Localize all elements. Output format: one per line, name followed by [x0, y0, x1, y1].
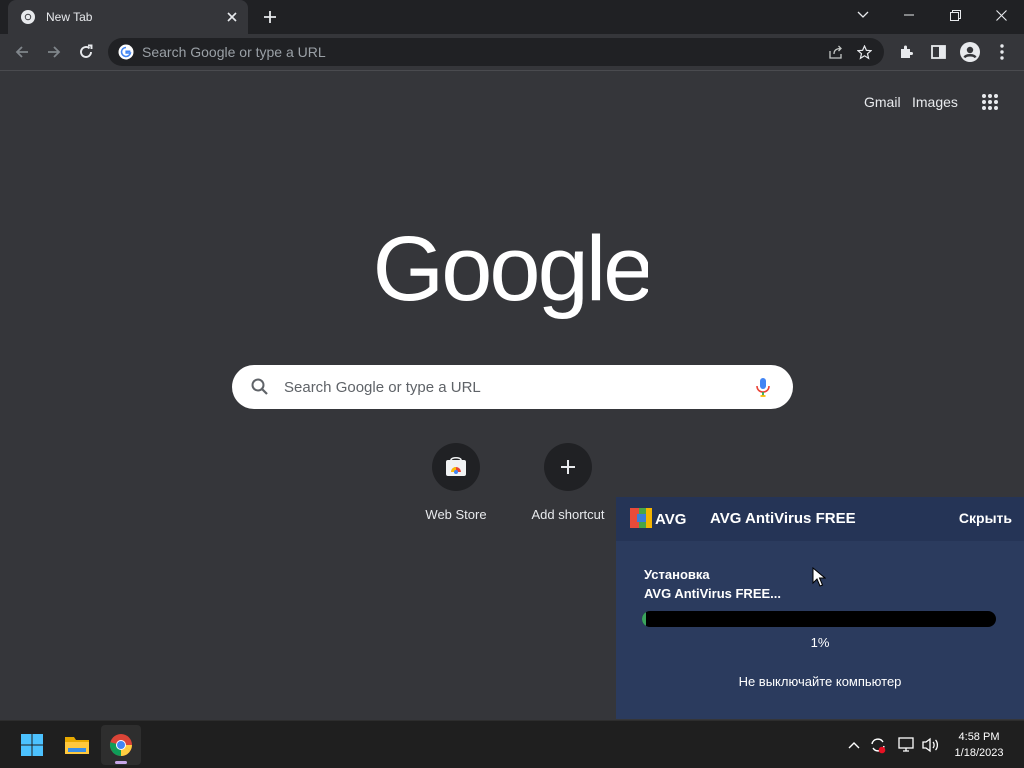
clock-time: 4:58 PM — [958, 731, 1000, 743]
avg-progress-label: 1% — [810, 635, 830, 650]
mouse-cursor-icon — [812, 567, 826, 587]
back-button[interactable] — [8, 38, 36, 66]
omnibox-placeholder: Search Google or type a URL — [142, 44, 326, 60]
svg-text:Google: Google — [376, 226, 648, 320]
clock-date: 1/18/2023 — [954, 747, 1004, 759]
shortcut-label: Web Store — [425, 507, 487, 522]
side-panel-icon[interactable] — [924, 38, 952, 66]
forward-button[interactable] — [40, 38, 68, 66]
close-window-button[interactable] — [978, 0, 1024, 30]
restore-button[interactable] — [932, 0, 978, 30]
file-explorer-icon — [65, 737, 89, 754]
tab-search-icon[interactable] — [840, 0, 886, 30]
avg-progress-bar — [642, 611, 996, 627]
search-placeholder: Search Google or type a URL — [284, 378, 481, 396]
active-indicator — [115, 761, 127, 764]
start-button[interactable] — [12, 725, 52, 765]
omnibox[interactable]: Search Google or type a URL — [108, 38, 884, 66]
taskbar: 4:58 PM 1/18/2023 — [0, 720, 1024, 768]
images-link[interactable]: Images — [912, 94, 958, 110]
title-bar: New Tab — [0, 0, 1024, 34]
new-tab-button[interactable] — [258, 5, 282, 29]
chrome-favicon-icon — [21, 10, 35, 24]
network-icon[interactable] — [896, 735, 916, 755]
shortcut-add[interactable]: Add shortcut — [512, 443, 624, 522]
profile-avatar-icon[interactable] — [956, 38, 984, 66]
shortcut-label: Add shortcut — [531, 507, 605, 522]
menu-kebab-icon[interactable] — [988, 38, 1016, 66]
tab-new-tab[interactable]: New Tab — [8, 0, 248, 34]
add-shortcut-circle — [544, 443, 592, 491]
avg-note: Не выключайте компьютер — [738, 674, 902, 689]
web-store-icon-circle — [432, 443, 480, 491]
google-g-icon — [118, 44, 134, 60]
avg-logo: AVG — [630, 508, 686, 528]
taskbar-chrome[interactable] — [101, 725, 141, 765]
web-store-icon — [446, 456, 466, 476]
tray-overflow-chevron-icon[interactable] — [844, 735, 864, 755]
taskbar-clock[interactable]: 4:58 PM 1/18/2023 — [944, 729, 1014, 761]
gmail-link[interactable]: Gmail — [864, 94, 901, 110]
reload-button[interactable] — [72, 38, 100, 66]
avg-hide-button[interactable]: Скрыть — [959, 510, 1012, 526]
tab-close-icon[interactable] — [220, 5, 244, 29]
avg-step-text: Установка AVG AntiVirus FREE... — [644, 565, 781, 603]
svg-text:AVG: AVG — [655, 511, 686, 528]
google-logo: Google — [376, 226, 648, 320]
search-icon — [251, 378, 268, 395]
ntp-search-box[interactable]: Search Google or type a URL — [232, 365, 793, 409]
browser-toolbar: Search Google or type a URL — [0, 34, 1024, 71]
volume-icon[interactable] — [920, 735, 940, 755]
shortcut-web-store[interactable]: Web Store — [400, 443, 512, 522]
tab-title: New Tab — [46, 10, 93, 24]
extensions-icon[interactable] — [892, 38, 920, 66]
minimize-button[interactable] — [886, 0, 932, 30]
update-sync-icon[interactable] — [868, 735, 888, 755]
avg-title: AVG AntiVirus FREE — [710, 510, 856, 527]
start-icon — [21, 734, 43, 756]
taskbar-file-explorer[interactable] — [57, 725, 97, 765]
bookmark-star-icon[interactable] — [850, 38, 878, 66]
plus-icon — [561, 460, 575, 474]
avg-header: AVG AVG AntiVirus FREE Скрыть — [616, 497, 1024, 541]
chrome-icon — [109, 734, 132, 756]
google-apps-grid-icon[interactable] — [976, 88, 1004, 116]
avg-progress-fill — [642, 611, 647, 627]
avg-install-popup: AVG AVG AntiVirus FREE Скрыть Установка … — [616, 497, 1024, 719]
share-icon[interactable] — [822, 38, 850, 66]
voice-search-mic-icon[interactable] — [751, 375, 775, 399]
avg-step-line1: Установка — [644, 567, 710, 582]
avg-step-line2: AVG AntiVirus FREE... — [644, 586, 782, 601]
